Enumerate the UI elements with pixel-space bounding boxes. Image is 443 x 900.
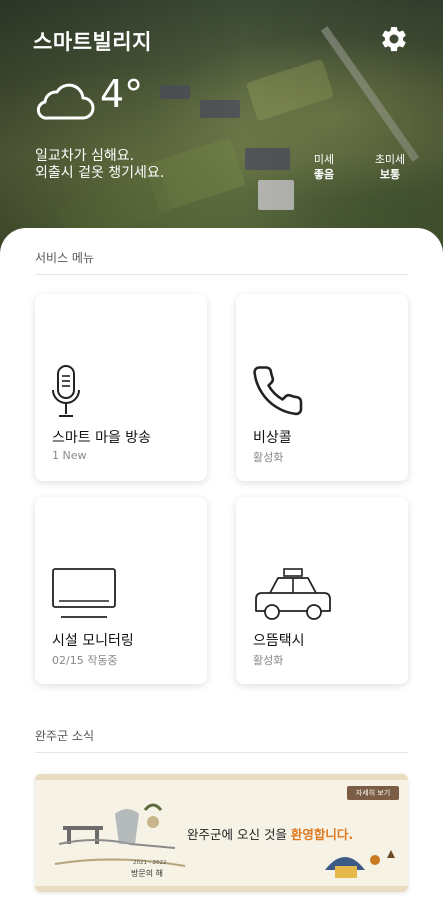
ultrafine-dust-status: 초미세 보통: [368, 152, 412, 182]
taxi-card[interactable]: 으뜸택시 활성화: [236, 497, 408, 684]
card-label: 스마트 마을 방송: [52, 430, 152, 446]
welcome-highlight: 환영합니다.: [290, 827, 354, 842]
settings-button[interactable]: [379, 24, 409, 54]
card-sub: 02/15 작동중: [52, 654, 118, 667]
smart-broadcast-card[interactable]: 스마트 마을 방송 1 New: [35, 294, 207, 481]
card-sub: 1 New: [52, 449, 87, 462]
divider: [35, 752, 408, 753]
fine-dust-value: 좋음: [313, 168, 335, 181]
fine-dust-label: 미세: [313, 153, 335, 166]
weather-message-line1: 일교차가 심해요.: [35, 148, 135, 164]
more-details-button[interactable]: 자세히 보기: [347, 786, 399, 800]
news-title: 완주군 소식: [35, 729, 95, 743]
ultrafine-dust-label: 초미세: [374, 153, 406, 166]
card-label: 시설 모니터링: [52, 633, 134, 649]
banner-year: 2021 - 2022: [133, 860, 167, 866]
gear-icon: [382, 26, 406, 52]
service-menu-title: 서비스 메뉴: [35, 251, 95, 265]
monitor-icon: [52, 568, 116, 618]
welcome-banner[interactable]: 자세히 보기 완주군에 오신 것을 환영합니다. 2021 - 2022 방문의…: [35, 774, 408, 892]
banner-theme: 방문의 해: [131, 869, 163, 878]
temperature: 4°: [100, 72, 144, 116]
emergency-call-card[interactable]: 비상콜 활성화: [236, 294, 408, 481]
card-label: 으뜸택시: [253, 633, 305, 649]
microphone-icon: [52, 365, 80, 417]
card-sub: 활성화: [253, 654, 284, 667]
weather-message: 일교차가 심해요. 외출시 겉옷 챙기세요.: [35, 148, 164, 182]
fine-dust-status: 미세 좋음: [306, 152, 342, 182]
weather-message-line2: 외출시 겉옷 챙기세요.: [35, 165, 165, 181]
welcome-prefix: 완주군에 오신 것을: [187, 827, 291, 842]
app-logo: 스마트빌리지: [33, 30, 152, 54]
facility-monitoring-card[interactable]: 시설 모니터링 02/15 작동중: [35, 497, 207, 684]
cloud-icon: [36, 83, 95, 120]
welcome-text: 완주군에 오신 것을 환영합니다.: [187, 824, 353, 843]
divider: [35, 274, 408, 275]
card-label: 비상콜: [253, 430, 292, 446]
ultrafine-dust-value: 보통: [379, 168, 401, 181]
phone-icon: [253, 366, 303, 416]
taxi-icon: [255, 568, 331, 620]
card-sub: 활성화: [253, 451, 284, 464]
